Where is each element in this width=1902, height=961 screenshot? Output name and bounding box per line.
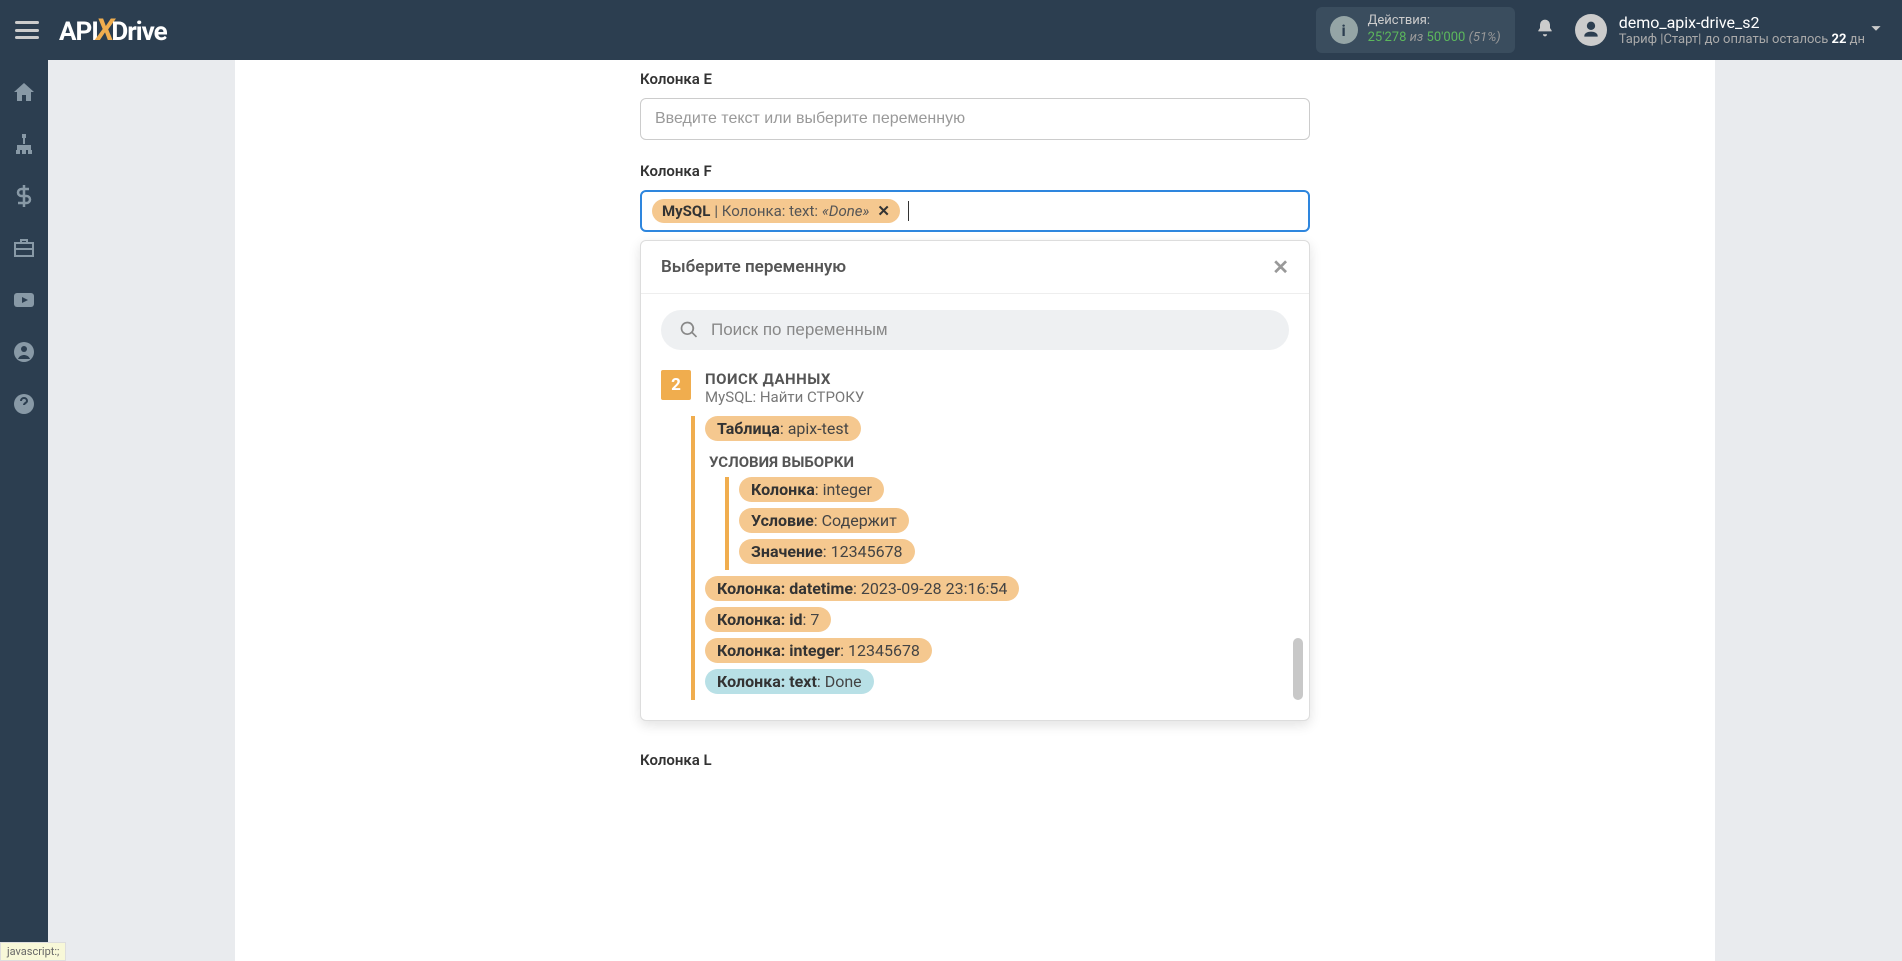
profile-icon[interactable]: [12, 340, 36, 364]
var-id[interactable]: Колонка: id: 7: [705, 607, 831, 632]
search-icon: [679, 320, 699, 340]
step-badge: 2: [661, 370, 691, 400]
menu-toggle[interactable]: [15, 21, 39, 39]
variable-chip[interactable]: MySQL | Колонка: text: «Done» ✕: [652, 199, 900, 223]
field-f-input[interactable]: MySQL | Колонка: text: «Done» ✕: [640, 190, 1310, 232]
var-cond-value[interactable]: Значение: 12345678: [739, 539, 915, 564]
dropdown-title: Выберите переменную: [661, 257, 846, 277]
header: APIXDrive i Действия: 25'278 из 50'000 (…: [0, 0, 1902, 60]
section-subtitle: MySQL: Найти СТРОКУ: [705, 388, 1289, 406]
var-cond-op[interactable]: Условие: Содержит: [739, 508, 909, 533]
field-e-input[interactable]: [640, 98, 1310, 140]
form-content: Колонка E Колонка F MySQL | Колонка: tex…: [640, 60, 1310, 769]
variable-search[interactable]: [661, 310, 1289, 350]
connections-icon[interactable]: [12, 132, 36, 156]
conditions-title: УСЛОВИЯ ВЫБОРКИ: [709, 453, 1289, 471]
billing-icon[interactable]: [12, 184, 36, 208]
logo[interactable]: APIXDrive: [59, 13, 167, 48]
section-title: ПОИСК ДАННЫХ: [705, 370, 1289, 388]
field-l-label: Колонка L: [640, 751, 1310, 769]
info-icon: i: [1330, 16, 1358, 44]
var-text[interactable]: Колонка: text: Done: [705, 669, 874, 694]
help-icon[interactable]: [12, 392, 36, 416]
briefcase-icon[interactable]: [12, 236, 36, 260]
var-datetime[interactable]: Колонка: datetime: 2023-09-28 23:16:54: [705, 576, 1019, 601]
field-e-label: Колонка E: [640, 70, 1310, 88]
notifications-icon[interactable]: [1535, 18, 1555, 43]
home-icon[interactable]: [12, 80, 36, 104]
actions-counter[interactable]: i Действия: 25'278 из 50'000 (51%): [1316, 7, 1515, 53]
sidebar: [0, 60, 48, 961]
chip-remove-icon[interactable]: ✕: [877, 202, 890, 220]
status-bar: javascript:;: [0, 942, 66, 961]
chevron-down-icon[interactable]: [1865, 17, 1887, 44]
var-integer[interactable]: Колонка: integer: 12345678: [705, 638, 932, 663]
var-cond-column[interactable]: Колонка: integer: [739, 477, 884, 502]
youtube-icon[interactable]: [12, 288, 36, 312]
var-table[interactable]: Таблица: apix-test: [705, 416, 861, 441]
user-menu[interactable]: demo_apix-drive_s2 Тариф |Старт| до опла…: [1619, 13, 1865, 48]
field-f-label: Колонка F: [640, 162, 1310, 180]
close-icon[interactable]: ✕: [1272, 255, 1289, 279]
scrollbar[interactable]: [1293, 638, 1303, 700]
search-input[interactable]: [711, 320, 1271, 340]
avatar[interactable]: [1575, 14, 1607, 46]
variable-dropdown: Выберите переменную ✕ 2 ПОИСК ДАННЫХ: [640, 240, 1310, 721]
